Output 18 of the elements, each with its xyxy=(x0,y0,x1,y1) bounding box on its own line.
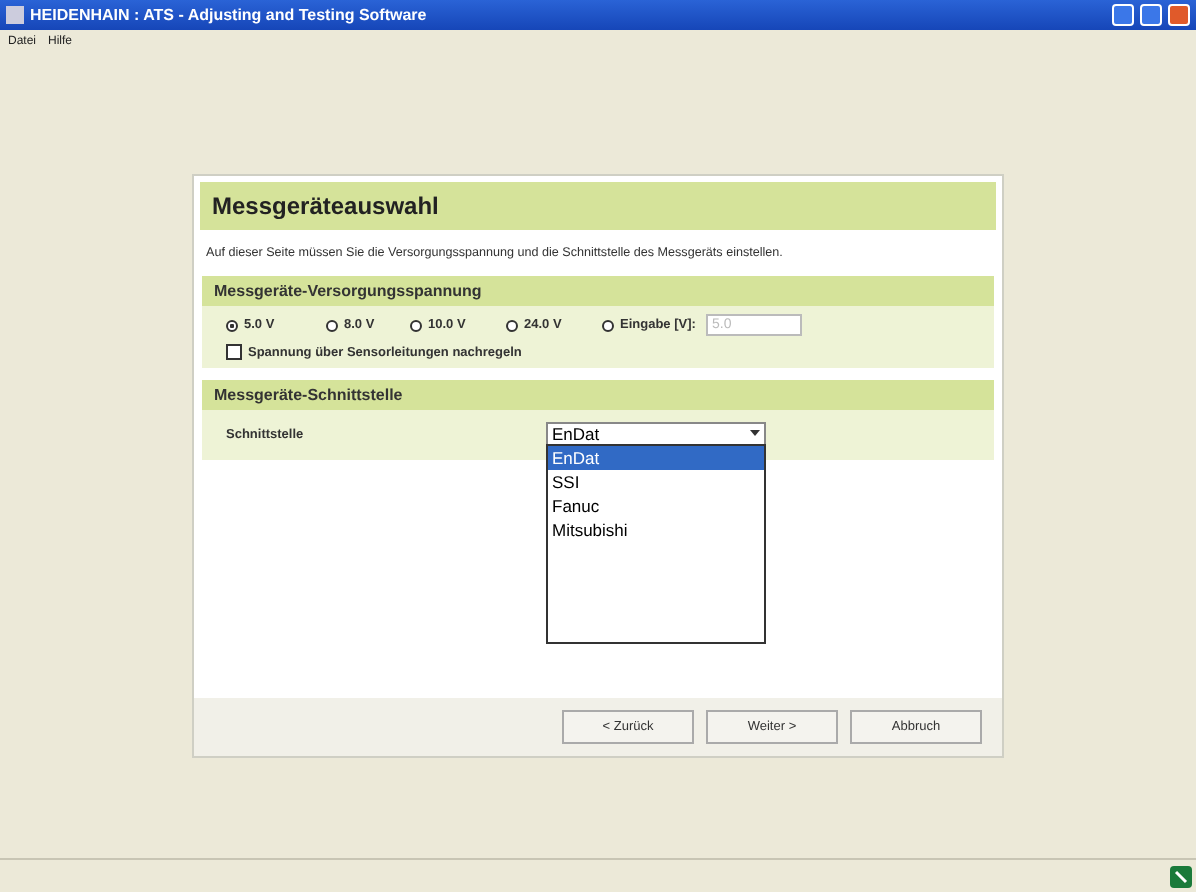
app-icon xyxy=(6,6,24,24)
dialog-title: Messgeräteauswahl xyxy=(200,182,996,230)
window-title: HEIDENHAIN : ATS - Adjusting and Testing Software xyxy=(30,6,429,24)
radio-button[interactable] xyxy=(602,319,614,331)
caret-icon xyxy=(750,430,760,438)
radio-button[interactable] xyxy=(226,319,238,331)
dropdown-option[interactable]: EnDat xyxy=(548,446,764,470)
minimize-button[interactable] xyxy=(1112,4,1134,26)
regulate-checkbox[interactable] xyxy=(226,344,242,360)
section-header: Messgeräte-Schnittstelle xyxy=(202,380,994,410)
status-icon xyxy=(1170,865,1192,887)
radio-button[interactable] xyxy=(326,319,338,331)
section-header: Messgeräte-Versorgungsspannung xyxy=(202,276,994,306)
close-button[interactable] xyxy=(1168,4,1190,26)
radio-button[interactable] xyxy=(410,319,422,331)
interface-select[interactable]: EnDat xyxy=(546,422,766,446)
radio-button[interactable] xyxy=(506,319,518,331)
maximize-button[interactable] xyxy=(1140,4,1162,26)
